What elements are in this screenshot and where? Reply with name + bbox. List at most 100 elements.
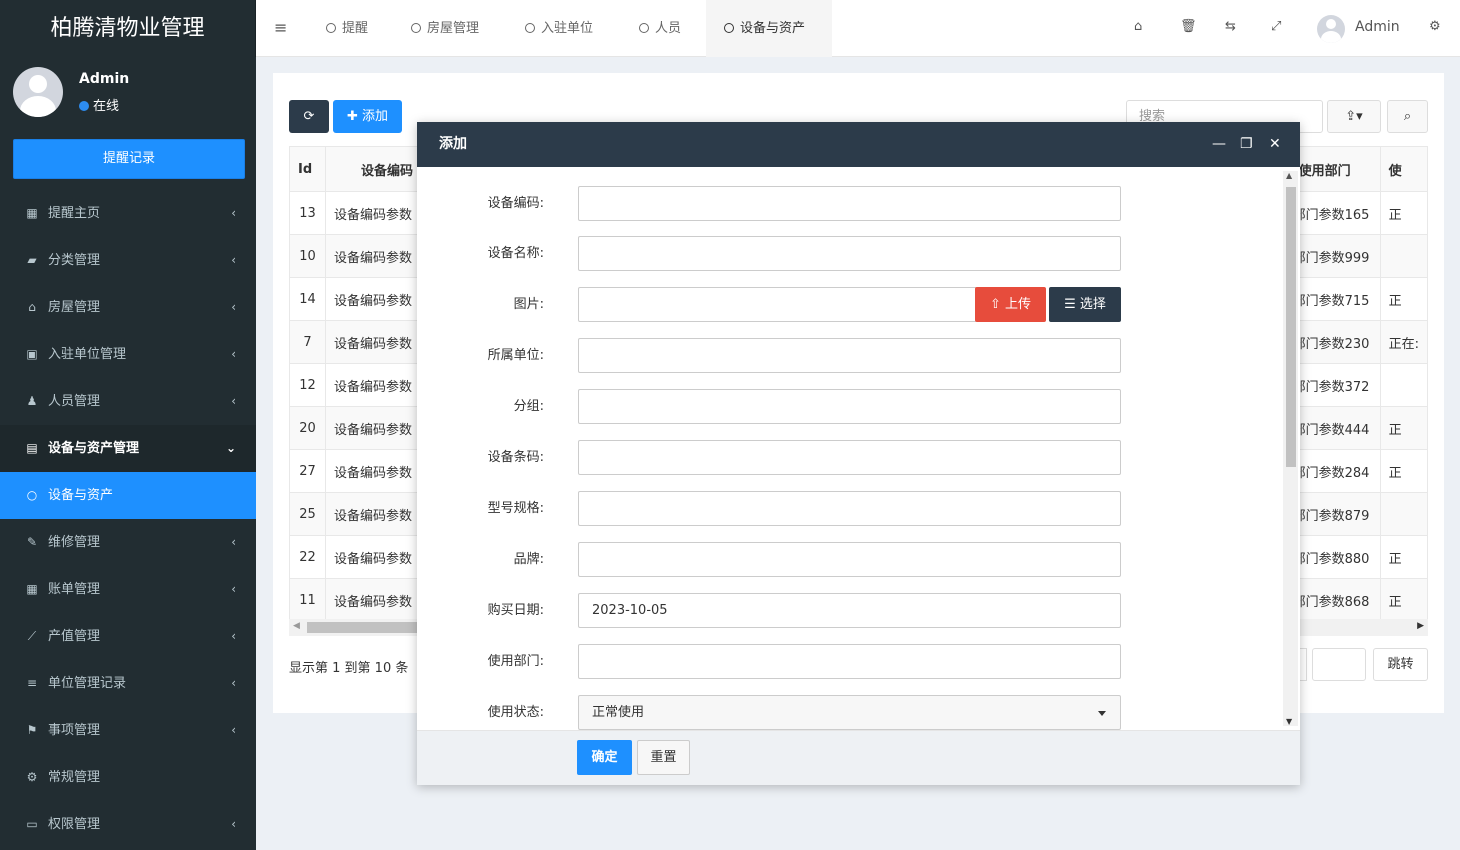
cell-code: 设备编码参数	[324, 492, 423, 536]
sidebar-item-label: 事项管理	[48, 723, 101, 738]
add-button[interactable]: ✚ 添加	[333, 100, 402, 133]
equipment-name-input[interactable]	[578, 236, 1121, 271]
dept-input[interactable]	[578, 644, 1121, 679]
fullscreen-icon[interactable]: ⤢	[1271, 19, 1281, 34]
page-jump-button[interactable]: 跳转	[1373, 648, 1428, 681]
vertical-scrollbar[interactable]: ▲ ▼	[1283, 171, 1298, 726]
sidebar-item-label: 提醒主页	[48, 206, 101, 221]
cell-id: 13	[289, 191, 326, 235]
purchase-date-input[interactable]: 2023-10-05	[578, 593, 1121, 628]
cell-dept: 部门参数230	[1289, 320, 1381, 364]
sidebar-item-general[interactable]: ⚙ 常规管理	[0, 754, 256, 801]
line-chart-icon: ⟋	[27, 629, 37, 643]
chevron-left-icon: ‹	[231, 300, 236, 314]
scroll-left-icon[interactable]: ◀	[293, 621, 300, 631]
sidebar-item-tenant[interactable]: ▣ 入驻单位管理 ‹	[0, 331, 256, 378]
sidebar-item-equipment-management[interactable]: ▤ 设备与资产管理 ⌄	[0, 425, 256, 472]
circle-o-icon	[639, 23, 649, 33]
cell-dept: 部门参数444	[1289, 406, 1381, 450]
tab-personnel[interactable]: 人员	[621, 0, 699, 57]
column-header-id[interactable]: Id	[289, 146, 326, 192]
sidebar-item-permission[interactable]: ▭ 权限管理 ‹	[0, 801, 256, 848]
dialog-footer: 确定 重置	[417, 730, 1300, 785]
confirm-button[interactable]: 确定	[577, 740, 632, 775]
status-select-value: 正常使用	[592, 705, 645, 720]
unit-input[interactable]	[578, 338, 1121, 373]
form-row-purchase-date: 购买日期: 2023-10-05	[417, 593, 1277, 628]
scroll-right-icon[interactable]: ▶	[1417, 621, 1424, 631]
circle-o-icon	[724, 23, 734, 33]
choose-button[interactable]: ☰ 选择	[1049, 287, 1121, 322]
field-label: 分组:	[513, 399, 544, 414]
barcode-input[interactable]	[578, 440, 1121, 475]
scrollbar-thumb[interactable]	[1286, 187, 1296, 467]
reset-button[interactable]: 重置	[637, 740, 690, 775]
sidebar-item-repair[interactable]: ✎ 维修管理 ‹	[0, 519, 256, 566]
close-icon[interactable]: ✕	[1269, 122, 1281, 167]
dialog-title: 添加	[439, 136, 467, 152]
sidebar-item-bill[interactable]: ▦ 账单管理 ‹	[0, 566, 256, 613]
cell-status: 正	[1379, 406, 1428, 450]
minimize-icon[interactable]: —	[1212, 122, 1226, 167]
column-header-dept[interactable]: 使用部门	[1289, 146, 1381, 192]
field-label: 设备编码:	[487, 196, 544, 211]
topbar-username[interactable]: Admin	[1355, 19, 1400, 35]
sidebar-item-label: 入驻单位管理	[48, 347, 127, 362]
scrollbar-thumb[interactable]	[307, 622, 427, 633]
scroll-down-icon[interactable]: ▼	[1286, 717, 1292, 726]
users-icon: ♟	[26, 394, 38, 408]
chevron-left-icon: ‹	[231, 629, 236, 643]
upload-button[interactable]: ⇧ 上传	[975, 287, 1046, 322]
column-header-status[interactable]: 使	[1379, 146, 1428, 192]
tab-house[interactable]: 房屋管理	[393, 0, 497, 57]
sidebar-item-personnel[interactable]: ♟ 人员管理 ‹	[0, 378, 256, 425]
chevron-left-icon: ‹	[231, 253, 236, 267]
sidebar-item-label: 权限管理	[48, 817, 101, 832]
app-logo[interactable]: 柏腾清物业管理	[0, 0, 256, 57]
trash-icon[interactable]: 🗑	[1180, 19, 1197, 34]
sidebar-item-category[interactable]: ▰ 分类管理 ‹	[0, 237, 256, 284]
cell-status	[1379, 363, 1428, 407]
brand-input[interactable]	[578, 542, 1121, 577]
form-row-group: 分组:	[417, 389, 1277, 424]
remind-records-button[interactable]: 提醒记录	[13, 139, 245, 179]
field-label: 型号规格:	[487, 501, 544, 516]
tab-tenant[interactable]: 入驻单位	[507, 0, 611, 57]
menu-toggle-icon[interactable]: ≡	[274, 18, 287, 37]
sidebar-item-equipment[interactable]: ○ 设备与资产	[0, 472, 256, 519]
sidebar-item-house[interactable]: ⌂ 房屋管理 ‹	[0, 284, 256, 331]
cell-status: 正	[1379, 578, 1428, 622]
equipment-code-input[interactable]	[578, 186, 1121, 221]
image-input[interactable]	[578, 287, 977, 322]
dialog-header[interactable]: 添加 — ❐ ✕	[417, 122, 1300, 167]
export-button[interactable]: ⇪▾	[1327, 100, 1381, 133]
sidebar-item-label: 单位管理记录	[48, 676, 127, 691]
field-label: 设备名称:	[487, 246, 544, 261]
sidebar-item-unit-records[interactable]: ≡ 单位管理记录 ‹	[0, 660, 256, 707]
form-row-brand: 品牌:	[417, 542, 1277, 577]
cell-code: 设备编码参数	[324, 363, 423, 407]
translate-icon[interactable]: ⇆	[1225, 19, 1236, 34]
user-avatar[interactable]	[1317, 15, 1345, 43]
group-input[interactable]	[578, 389, 1121, 424]
cell-status	[1379, 234, 1428, 278]
tab-remind[interactable]: 提醒	[308, 0, 386, 57]
status-select[interactable]: 正常使用	[578, 695, 1121, 730]
page-jump-input[interactable]	[1312, 648, 1366, 681]
search-button[interactable]: ⌕	[1387, 100, 1428, 133]
tab-equipment[interactable]: 设备与资产	[706, 0, 832, 57]
settings-icon[interactable]: ⚙	[1429, 19, 1441, 34]
maximize-icon[interactable]: ❐	[1240, 122, 1253, 167]
scroll-up-icon[interactable]: ▲	[1286, 171, 1292, 180]
sidebar-item-label: 维修管理	[48, 535, 101, 550]
sidebar-item-matters[interactable]: ⚑ 事项管理 ‹	[0, 707, 256, 754]
refresh-button[interactable]: ⟳	[289, 100, 329, 133]
chevron-down-icon: ⌄	[225, 441, 236, 455]
model-input[interactable]	[578, 491, 1121, 526]
sidebar-item-output[interactable]: ⟋ 产值管理 ‹	[0, 613, 256, 660]
cell-code: 设备编码参数	[324, 535, 423, 579]
tab-label: 提醒	[342, 21, 369, 36]
home-icon[interactable]: ⌂	[1134, 19, 1142, 34]
sidebar-item-remind-home[interactable]: ▦ 提醒主页 ‹	[0, 190, 256, 237]
column-header-code[interactable]: 设备编码	[324, 146, 423, 192]
